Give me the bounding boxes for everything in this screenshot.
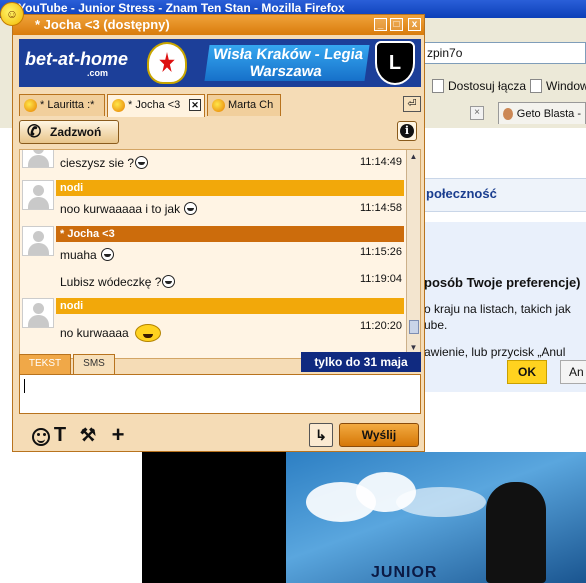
maximize-button[interactable]: □ xyxy=(390,18,403,31)
ok-button[interactable]: OK xyxy=(507,360,547,384)
compose-toolbar: T ⚒ + ↳ Wyślij xyxy=(19,422,421,450)
smiley-icon xyxy=(135,156,149,169)
banner-brand: bet-at-home .com xyxy=(19,39,139,87)
message-text: Lubisz wódeczkę ? xyxy=(60,275,176,289)
chat-window: * Jocha <3 (dostępny) _ □ x bet-at-home … xyxy=(12,14,425,452)
tab-marta[interactable]: Marta Ch xyxy=(207,94,281,116)
banner-brand-name: bet-at-home xyxy=(25,49,128,69)
send-button[interactable]: Wyślij xyxy=(339,423,419,447)
browser-tab[interactable]: Geto Blasta - xyxy=(498,102,586,124)
page-icon xyxy=(432,79,444,93)
video-thumbnail[interactable]: JUNIOR xyxy=(286,452,586,583)
chat-scrollbar[interactable]: ▲ ▼ xyxy=(406,150,420,358)
mode-tabs: TEKST SMS tylko do 31 maja xyxy=(19,352,421,374)
enter-sends-toggle[interactable]: ↳ xyxy=(309,423,333,447)
message-sender: nodi xyxy=(56,180,404,196)
avatar xyxy=(22,298,54,328)
message-time: 11:20:20 xyxy=(360,320,403,332)
bookmark-label: Dostosuj łącza xyxy=(448,79,527,93)
browser-tab-label: Geto Blasta - xyxy=(516,107,581,120)
smiley-icon xyxy=(32,428,50,446)
call-button[interactable]: ✆ Zadzwoń xyxy=(19,120,119,144)
artist-figure xyxy=(486,482,546,583)
dialog-text: ube. xyxy=(424,318,448,332)
add-icon[interactable]: + xyxy=(107,424,129,446)
smiley-icon xyxy=(101,248,115,261)
favicon-icon xyxy=(503,107,513,120)
scroll-up-icon[interactable]: ▲ xyxy=(408,151,419,163)
dialog-text: awienie, lub przycisk „Anul xyxy=(424,345,566,359)
page-icon xyxy=(530,79,542,93)
message-text: noo kurwaaaaa i to jak xyxy=(60,202,198,216)
chat-titlebar[interactable]: * Jocha <3 (dostępny) _ □ x xyxy=(13,15,424,35)
banner-brand-sub: .com xyxy=(87,68,109,78)
tab-label: * Jocha <3 xyxy=(128,99,181,111)
message-time: 11:15:26 xyxy=(360,246,403,258)
avatar xyxy=(22,226,54,256)
avatar xyxy=(22,150,54,168)
bookmark-label: Window xyxy=(546,79,586,93)
status-sun-icon xyxy=(112,99,125,112)
wisla-crest-icon xyxy=(147,42,187,84)
emoticon-button[interactable] xyxy=(21,424,50,446)
tab-lauritta[interactable]: * Lauritta :* xyxy=(19,94,105,116)
status-sun-icon xyxy=(212,99,225,112)
tab-sms[interactable]: SMS xyxy=(73,354,115,374)
wrench-icon[interactable]: ⚒ xyxy=(77,424,99,446)
message-time: 11:14:58 xyxy=(360,202,403,214)
info-icon: i xyxy=(400,124,414,138)
info-button[interactable]: i xyxy=(397,121,417,141)
message-text: cieszysz sie ? xyxy=(60,156,149,170)
ad-banner[interactable]: bet-at-home .com Wisła Kraków - Legia Wa… xyxy=(19,39,421,87)
close-tab-icon[interactable]: × xyxy=(470,106,484,120)
banner-match: Wisła Kraków - Legia Warszawa xyxy=(204,45,370,81)
message-time: 11:14:49 xyxy=(360,156,403,168)
bookmark-dostosuj[interactable]: Dostosuj łącza xyxy=(432,76,526,96)
message-time: 11:19:04 xyxy=(360,273,403,285)
cancel-button[interactable]: An xyxy=(560,360,586,384)
text-caret xyxy=(24,379,25,393)
text-format-icon[interactable]: T xyxy=(49,424,71,446)
laughing-smiley-icon xyxy=(134,324,161,342)
message-history: cieszysz sie ? 11:14:49 nodi noo kurwaaa… xyxy=(19,149,421,359)
gg-sun-logo-icon[interactable]: ☺ xyxy=(0,2,24,26)
scroll-thumb[interactable] xyxy=(409,320,419,334)
smiley-icon xyxy=(184,202,198,215)
poster-text: JUNIOR xyxy=(371,564,438,581)
tabs-menu-icon[interactable]: ⏎ xyxy=(403,96,421,112)
message-sender: * Jocha <3 xyxy=(56,226,404,242)
tab-label: * Lauritta :* xyxy=(40,99,95,111)
close-button[interactable]: x xyxy=(408,18,421,31)
dialog-title: posób Twoje preferencje) xyxy=(424,275,581,290)
phone-icon: ✆ xyxy=(27,122,42,141)
message-sender: nodi xyxy=(56,298,404,314)
chat-title: * Jocha <3 (dostępny) xyxy=(35,17,170,32)
promo-badge[interactable]: tylko do 31 maja xyxy=(301,352,421,372)
address-bar[interactable]: zpin7o xyxy=(420,42,586,64)
smiley-icon xyxy=(162,275,176,288)
bookmark-window[interactable]: Window xyxy=(530,76,586,96)
message-text: no kurwaaaa xyxy=(60,324,161,342)
legia-crest-icon: L xyxy=(375,41,415,85)
tab-jocha[interactable]: * Jocha <3 ✕ xyxy=(107,94,205,117)
call-label: Zadzwoń xyxy=(50,125,102,139)
tab-label: Marta Ch xyxy=(228,99,274,111)
message-text: muaha xyxy=(60,248,115,262)
conversation-tabs: * Lauritta :* * Jocha <3 ✕ Marta Ch ⏎ xyxy=(19,94,421,117)
status-sun-icon xyxy=(24,99,37,112)
nav-link-community[interactable]: połeczność xyxy=(426,186,497,201)
avatar xyxy=(22,180,54,210)
tab-text[interactable]: TEKST xyxy=(19,354,71,374)
minimize-button[interactable]: _ xyxy=(374,18,387,31)
dialog-text: o kraju na listach, takich jak xyxy=(424,302,571,316)
close-tab-icon[interactable]: ✕ xyxy=(189,99,201,111)
message-input[interactable] xyxy=(19,374,421,414)
